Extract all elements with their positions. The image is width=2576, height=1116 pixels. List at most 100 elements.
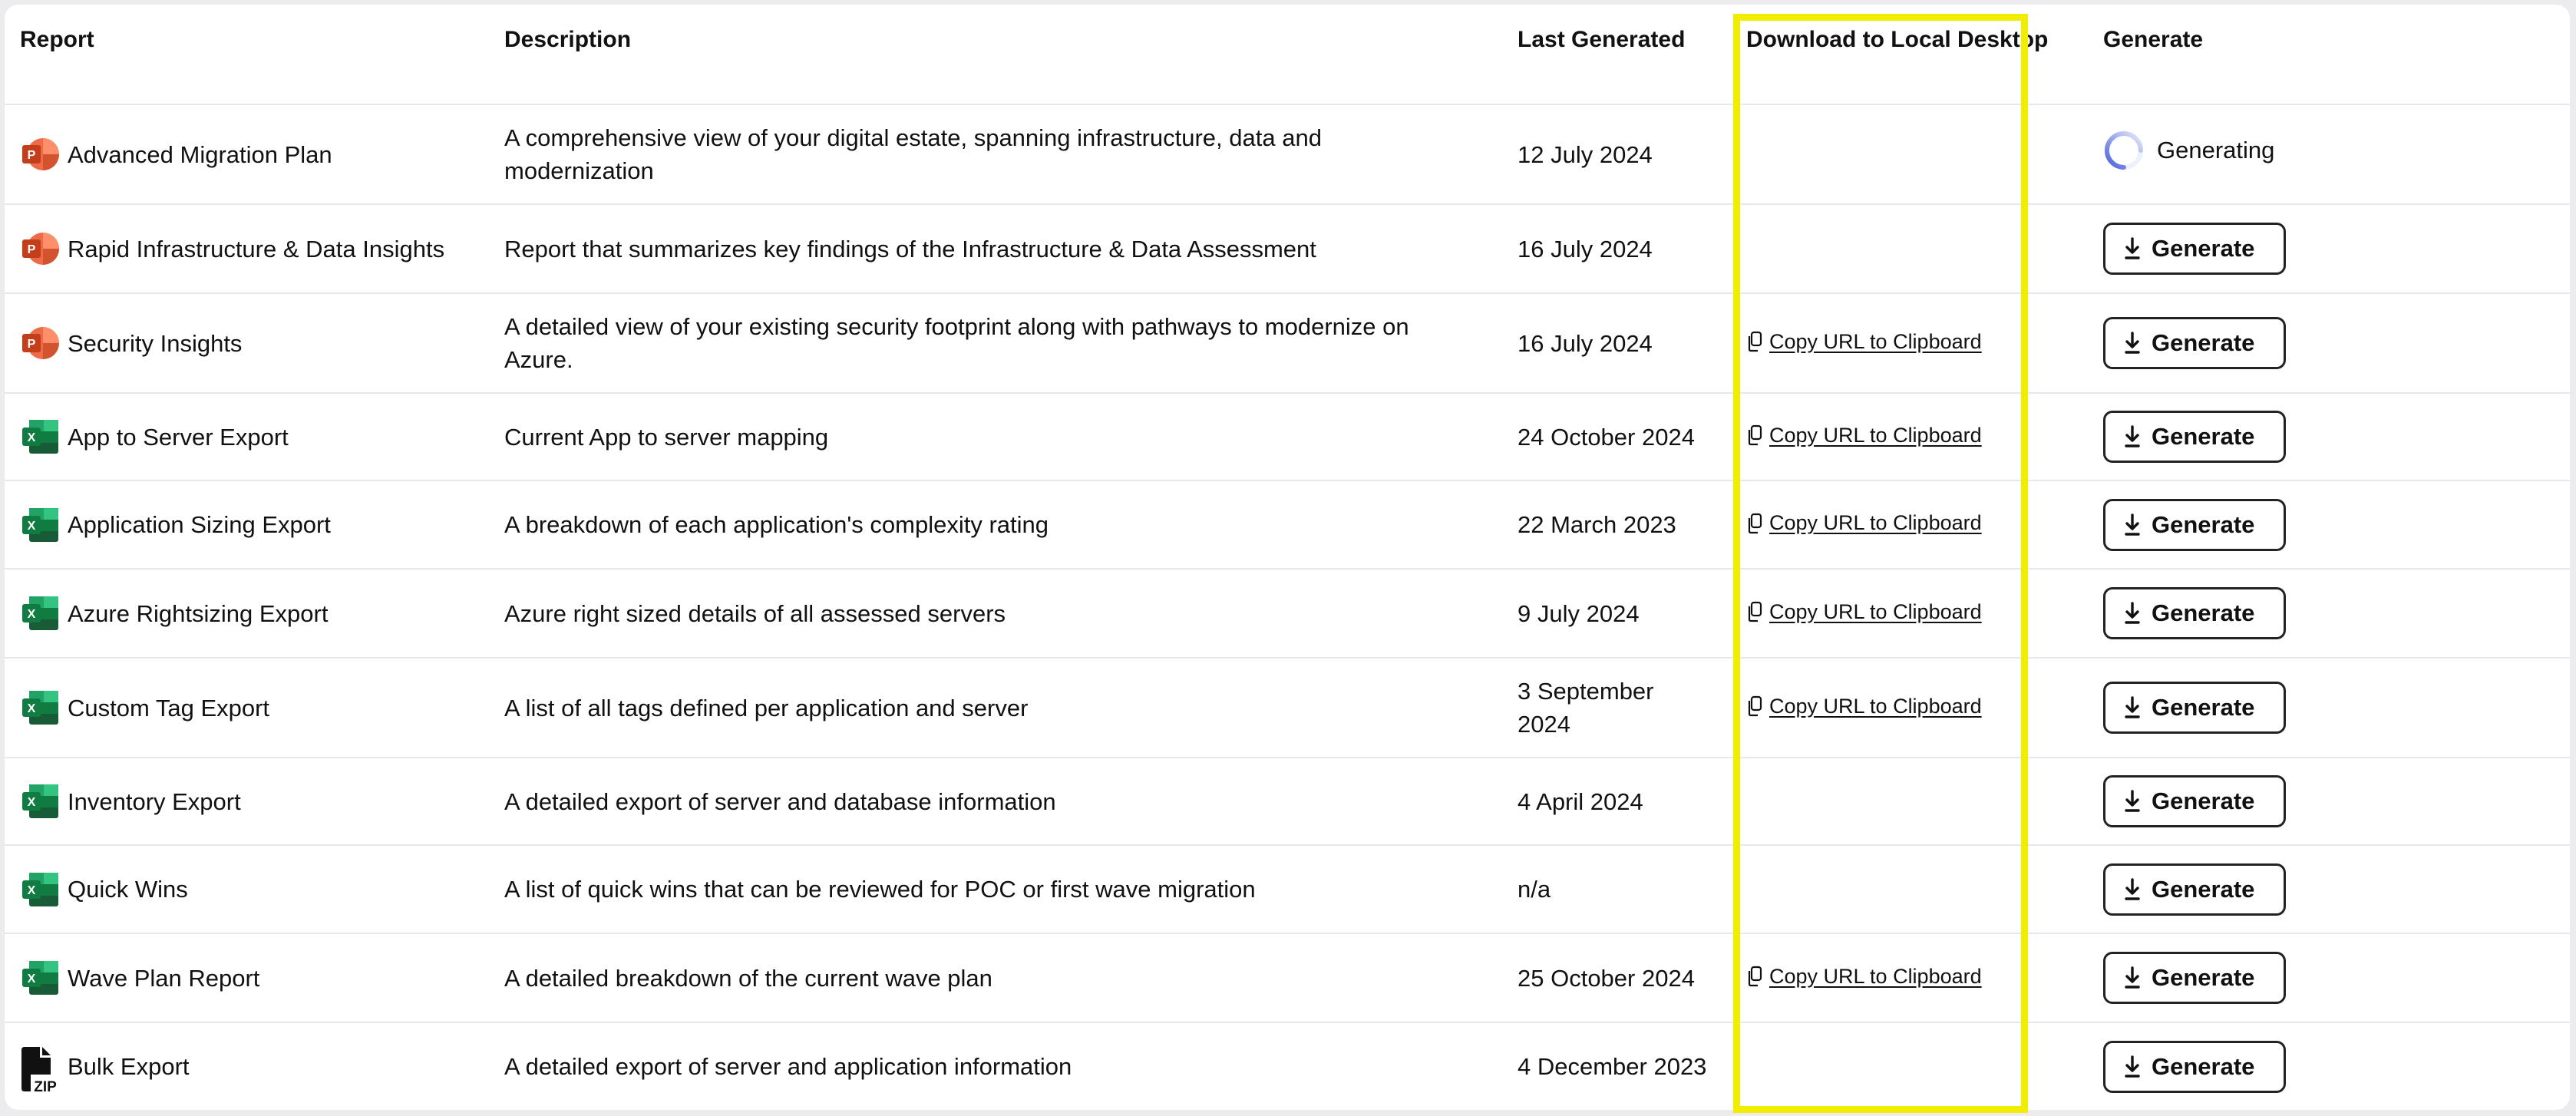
report-description: A breakdown of each application's comple… xyxy=(504,480,1518,570)
svg-text:X: X xyxy=(28,972,36,986)
report-name: Application Sizing Export xyxy=(68,511,331,538)
copy-url-link[interactable]: Copy URL to Clipboard xyxy=(1746,960,1982,993)
table-row: X App to Server Export Current App to se… xyxy=(5,393,2570,481)
copy-url-label: Copy URL to Clipboard xyxy=(1769,694,1982,718)
report-name: Custom Tag Export xyxy=(68,694,270,721)
copy-icon xyxy=(1746,331,1763,352)
generate-button[interactable]: Generate xyxy=(2103,1040,2286,1093)
generate-button-label: Generate xyxy=(2152,599,2255,626)
download-icon xyxy=(2122,331,2142,355)
generate-button-label: Generate xyxy=(2152,964,2255,991)
report-name-cell: X Inventory Export xyxy=(20,781,504,821)
report-name: Azure Rightsizing Export xyxy=(68,599,329,627)
report-description: Current App to server mapping xyxy=(504,393,1518,481)
copy-url-link[interactable]: Copy URL to Clipboard xyxy=(1746,325,1982,358)
download-cell xyxy=(1731,104,2103,205)
excel-icon: X xyxy=(20,870,60,910)
generate-button-label: Generate xyxy=(2152,1052,2255,1080)
copy-icon xyxy=(1746,424,1763,446)
generate-button[interactable]: Generate xyxy=(2103,682,2286,734)
copy-url-link[interactable]: Copy URL to Clipboard xyxy=(1746,419,1982,452)
last-generated-date: n/a xyxy=(1518,845,1731,934)
table-row: P Security Insights A detailed view of y… xyxy=(5,293,2570,394)
generate-cell: Generate xyxy=(2103,845,2570,934)
report-name-cell: P Security Insights xyxy=(20,323,504,363)
copy-url-label: Copy URL to Clipboard xyxy=(1769,599,1982,623)
generate-cell: Generate xyxy=(2103,933,2570,1023)
generate-cell: Generate xyxy=(2103,658,2570,758)
header-description: Description xyxy=(504,5,1518,105)
table-row: X Wave Plan Report A detailed breakdown … xyxy=(5,933,2570,1023)
copy-icon xyxy=(1746,695,1763,717)
generate-cell: Generate xyxy=(2103,480,2570,570)
report-name: Bulk Export xyxy=(68,1053,190,1080)
download-cell: Copy URL to Clipboard xyxy=(1731,933,2103,1023)
report-name-cell: X Quick Wins xyxy=(20,870,504,910)
copy-url-link[interactable]: Copy URL to Clipboard xyxy=(1746,596,1982,629)
excel-icon: X xyxy=(20,505,60,545)
generate-cell: Generate xyxy=(2103,569,2570,659)
generate-button[interactable]: Generate xyxy=(2103,775,2286,827)
generate-button[interactable]: Generate xyxy=(2103,952,2286,1004)
copy-url-label: Copy URL to Clipboard xyxy=(1769,329,1982,353)
report-name-cell: X Custom Tag Export xyxy=(20,688,504,728)
last-generated-date: 12 July 2024 xyxy=(1518,104,1731,205)
download-icon xyxy=(2122,601,2142,626)
generate-button-label: Generate xyxy=(2152,694,2255,721)
table-row: X Quick Wins A list of quick wins that c… xyxy=(5,845,2570,934)
copy-url-link[interactable]: Copy URL to Clipboard xyxy=(1746,507,1982,540)
last-generated-date: 16 July 2024 xyxy=(1518,293,1731,394)
powerpoint-icon: P xyxy=(20,229,60,269)
zip-icon: ZIP xyxy=(20,1046,60,1095)
header-download: Download to Local Desktop xyxy=(1731,5,2103,105)
download-cell xyxy=(1731,204,2103,294)
download-cell: Copy URL to Clipboard xyxy=(1731,393,2103,481)
generate-cell: Generate xyxy=(2103,204,2570,294)
header-last-generated: Last Generated xyxy=(1518,5,1731,105)
header-generate: Generate xyxy=(2103,5,2570,105)
report-description: A detailed export of server and database… xyxy=(504,758,1518,846)
report-name-cell: ZIP Bulk Export xyxy=(20,1046,504,1095)
report-description: Azure right sized details of all assesse… xyxy=(504,569,1518,659)
generate-cell: Generate xyxy=(2103,393,2570,481)
last-generated-date: 9 July 2024 xyxy=(1518,569,1731,659)
generate-button[interactable]: Generate xyxy=(2103,863,2286,916)
excel-icon: X xyxy=(20,958,60,998)
reports-card: Report Description Last Generated Downlo… xyxy=(5,5,2570,1113)
table-row: P Rapid Infrastructure & Data Insights R… xyxy=(5,204,2570,294)
download-icon xyxy=(2122,966,2142,990)
generate-button[interactable]: Generate xyxy=(2103,223,2286,275)
generate-button[interactable]: Generate xyxy=(2103,317,2286,369)
report-description: A list of all tags defined per applicati… xyxy=(504,658,1518,758)
download-icon xyxy=(2122,513,2142,537)
svg-text:X: X xyxy=(28,796,36,809)
svg-text:ZIP: ZIP xyxy=(34,1079,57,1093)
copy-icon xyxy=(1746,601,1763,622)
generate-cell: Generate xyxy=(2103,1022,2570,1110)
copy-url-label: Copy URL to Clipboard xyxy=(1769,423,1982,447)
download-cell: Copy URL to Clipboard xyxy=(1731,480,2103,570)
last-generated-date: 16 July 2024 xyxy=(1518,204,1731,294)
report-name-cell: P Advanced Migration Plan xyxy=(20,134,504,174)
download-icon xyxy=(2122,789,2142,814)
table-row: X Custom Tag Export A list of all tags d… xyxy=(5,658,2570,758)
generate-button-label: Generate xyxy=(2152,235,2255,262)
svg-text:X: X xyxy=(28,884,36,897)
generate-button[interactable]: Generate xyxy=(2103,411,2286,463)
svg-text:X: X xyxy=(28,520,36,533)
generate-button[interactable]: Generate xyxy=(2103,498,2286,551)
powerpoint-icon: P xyxy=(20,134,60,174)
report-description: A detailed breakdown of the current wave… xyxy=(504,933,1518,1023)
generate-button[interactable]: Generate xyxy=(2103,587,2286,639)
last-generated-date: 4 December 2023 xyxy=(1518,1053,1707,1080)
report-name-cell: X Azure Rightsizing Export xyxy=(20,593,504,633)
last-generated-date: 24 October 2024 xyxy=(1518,393,1731,481)
report-description: A comprehensive view of your digital est… xyxy=(504,104,1518,205)
excel-icon: X xyxy=(20,781,60,821)
excel-icon: X xyxy=(20,417,60,457)
last-generated-date: 3 September 2024 xyxy=(1518,658,1731,758)
copy-url-label: Copy URL to Clipboard xyxy=(1769,964,1982,988)
report-name: Inventory Export xyxy=(68,787,241,815)
report-name: Advanced Migration Plan xyxy=(68,140,332,168)
copy-url-link[interactable]: Copy URL to Clipboard xyxy=(1746,690,1982,723)
